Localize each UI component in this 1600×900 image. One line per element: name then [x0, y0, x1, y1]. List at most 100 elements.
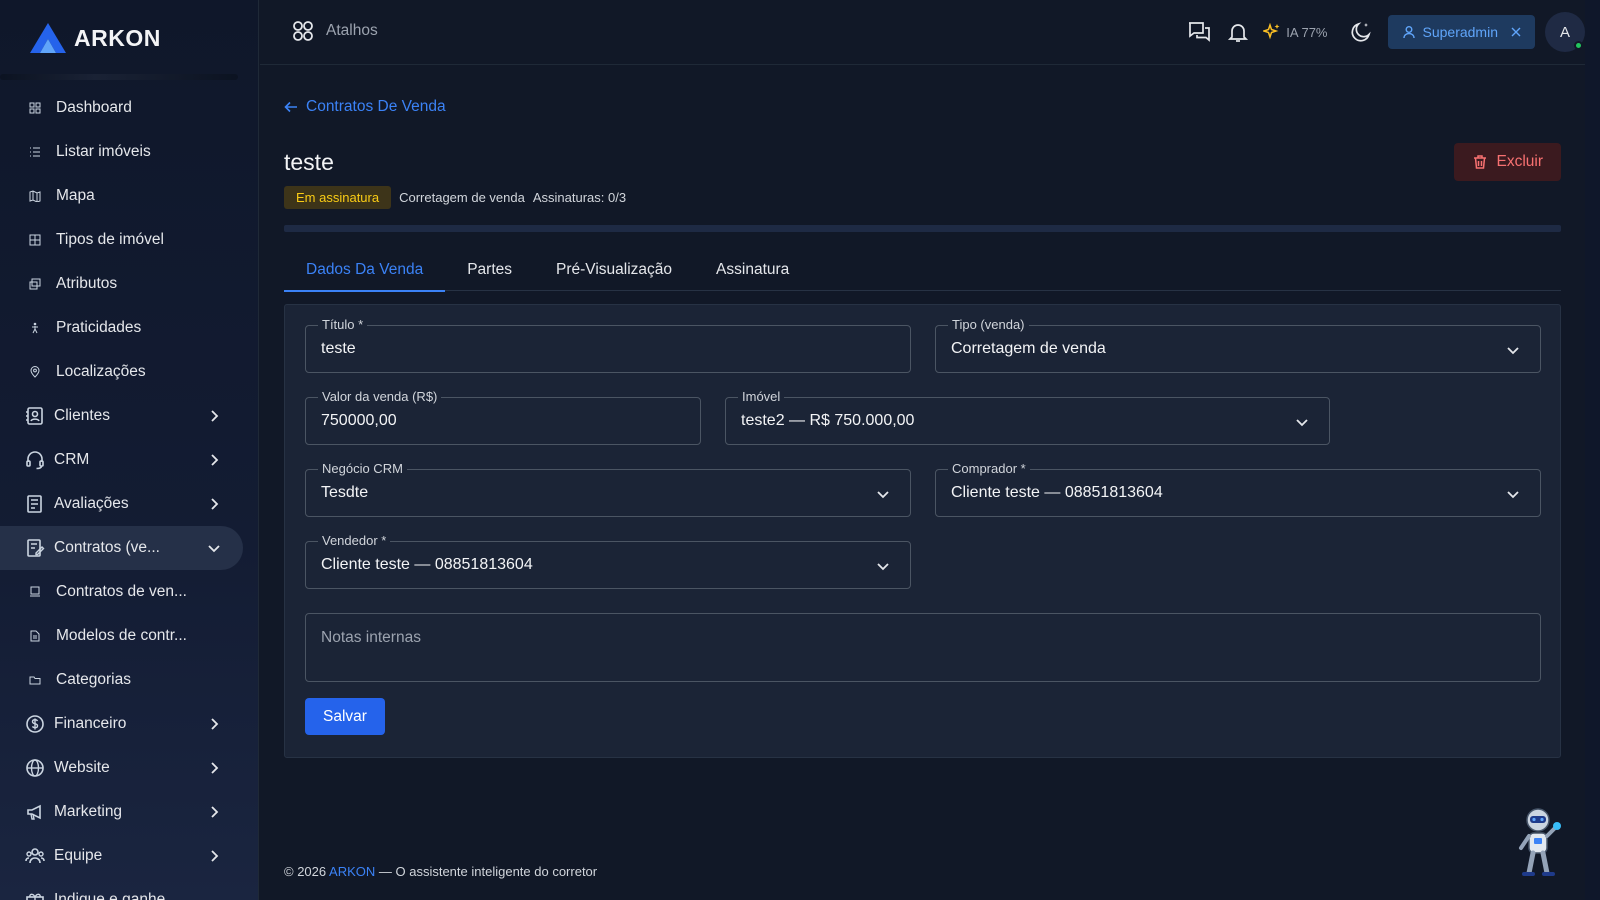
- sidebar-item-label: Equipe: [54, 847, 103, 864]
- sidebar-item-atributos[interactable]: Atributos: [0, 262, 243, 306]
- arkon-logo-icon: [30, 23, 66, 53]
- sidebar-item-mapa[interactable]: Mapa: [0, 174, 243, 218]
- shortcuts-label: Atalhos: [326, 22, 378, 39]
- negocio-crm-label: Negócio CRM: [318, 461, 407, 477]
- avatar-initial: A: [1559, 23, 1570, 41]
- bell-icon[interactable]: [1225, 19, 1251, 45]
- sidebar-item-label: Praticidades: [56, 319, 142, 336]
- gift-icon: [24, 889, 46, 900]
- monitor-icon: [28, 585, 42, 599]
- sidebar-item-label: Tipos de imóvel: [56, 231, 164, 248]
- tipo-venda-label: Tipo (venda): [948, 317, 1029, 333]
- valor-venda-field[interactable]: Valor da venda (R$) 750000,00: [305, 389, 701, 445]
- sidebar-item-label: Marketing: [54, 803, 123, 820]
- sidebar-item-indique-e-ganhe[interactable]: Indique e ganhe: [0, 878, 243, 900]
- close-icon[interactable]: [1511, 27, 1521, 37]
- tab-dados-da-venda[interactable]: Dados Da Venda: [284, 249, 446, 292]
- sparkle-icon: [1263, 23, 1280, 40]
- sidebar-item-modelos-de-contrato[interactable]: Modelos de contr...: [0, 614, 243, 658]
- sidebar-item-marketing[interactable]: Marketing: [0, 790, 243, 834]
- sidebar-item-label: Atributos: [56, 275, 118, 292]
- delete-button-label: Excluir: [1496, 153, 1543, 170]
- vendedor-select[interactable]: Vendedor * Cliente teste — 08851813604: [305, 533, 911, 589]
- sidebar-item-avaliacoes[interactable]: Avaliações: [0, 482, 243, 526]
- sidebar-item-label: Mapa: [56, 187, 95, 204]
- brand-name: ARKON: [74, 24, 161, 51]
- titulo-value: teste: [321, 340, 356, 357]
- comprador-label: Comprador *: [948, 461, 1030, 477]
- brand-logo[interactable]: ARKON: [28, 18, 161, 58]
- chevron-right-icon: [211, 410, 219, 422]
- map-icon: [28, 189, 42, 203]
- sidebar-item-crm[interactable]: CRM: [0, 438, 243, 482]
- comprador-select[interactable]: Comprador * Cliente teste — 08851813604: [935, 461, 1541, 517]
- vendedor-label: Vendedor *: [318, 533, 391, 549]
- notas-internas-textarea[interactable]: Notas internas: [305, 613, 1541, 682]
- sidebar-item-website[interactable]: Website: [0, 746, 243, 790]
- back-link[interactable]: Contratos De Venda: [284, 98, 446, 116]
- imovel-select[interactable]: Imóvel teste2 — R$ 750.000,00: [725, 389, 1330, 445]
- sidebar-item-listar-imoveis[interactable]: Listar imóveis: [0, 130, 243, 174]
- chevron-right-icon: [211, 718, 219, 730]
- ia-usage-indicator[interactable]: IA 77%: [1263, 23, 1328, 41]
- page-scrollbar[interactable]: [1585, 0, 1600, 900]
- tab-partes[interactable]: Partes: [445, 249, 534, 291]
- attributes-icon: [28, 277, 42, 291]
- online-status-dot: [1574, 41, 1583, 50]
- dollar-circle-icon: [24, 713, 46, 735]
- assistant-robot-icon[interactable]: [1514, 806, 1566, 880]
- role-label: Superadmin: [1422, 24, 1499, 40]
- negocio-crm-value: Tesdte: [321, 484, 369, 501]
- contract-meta: Em assinatura Corretagem de venda Assina…: [284, 186, 626, 209]
- role-chip[interactable]: Superadmin: [1387, 15, 1535, 49]
- sidebar-item-equipe[interactable]: Equipe: [0, 834, 243, 878]
- chevron-down-icon: [1507, 347, 1519, 355]
- sidebar-item-label: Modelos de contr...: [56, 627, 187, 644]
- tab-assinatura[interactable]: Assinatura: [694, 249, 811, 291]
- valor-venda-label: Valor da venda (R$): [318, 389, 442, 405]
- shortcuts-button[interactable]: Atalhos: [292, 20, 378, 42]
- sidebar-item-categorias[interactable]: Categorias: [0, 658, 243, 702]
- tipo-venda-select[interactable]: Tipo (venda) Corretagem de venda: [935, 317, 1541, 373]
- page-title: teste: [284, 149, 334, 175]
- sidebar-item-localizacoes[interactable]: Localizações: [0, 350, 243, 394]
- chat-icon[interactable]: [1186, 19, 1212, 45]
- dark-mode-icon[interactable]: [1348, 19, 1374, 45]
- sidebar-item-contratos-de-venda[interactable]: Contratos de ven...: [0, 570, 243, 614]
- tab-pre-visualizacao[interactable]: Pré-Visualização: [534, 249, 694, 291]
- signatures-count: Assinaturas: 0/3: [532, 190, 627, 205]
- location-pin-icon: [28, 365, 42, 379]
- sidebar-item-praticidades[interactable]: Praticidades: [0, 306, 243, 350]
- avatar[interactable]: A: [1545, 12, 1585, 52]
- sidebar: ARKON Dashboard Listar imóveis Mapa Tipo…: [0, 0, 259, 900]
- sidebar-item-contratos-venda[interactable]: Contratos (ve...: [0, 526, 243, 570]
- sidebar-item-label: Categorias: [56, 671, 131, 688]
- negocio-crm-select[interactable]: Negócio CRM Tesdte: [305, 461, 911, 517]
- titulo-field[interactable]: Título * teste: [305, 317, 911, 373]
- delete-button[interactable]: Excluir: [1454, 143, 1561, 181]
- contract-icon: [24, 537, 46, 559]
- tipo-venda-value: Corretagem de venda: [951, 340, 1106, 357]
- sidebar-item-financeiro[interactable]: Financeiro: [0, 702, 243, 746]
- chevron-right-icon: [211, 762, 219, 774]
- notas-internas-placeholder: Notas internas: [321, 629, 421, 646]
- chevron-down-icon: [877, 563, 889, 571]
- footer-tagline: — O assistente inteligente do corretor: [378, 864, 598, 879]
- sidebar-item-dashboard[interactable]: Dashboard: [0, 86, 243, 130]
- topbar-actions: IA 77% Superadmin A: [1186, 11, 1585, 53]
- sidebar-item-tipos-de-imovel[interactable]: Tipos de imóvel: [0, 218, 243, 262]
- back-link-label: Contratos De Venda: [306, 98, 446, 115]
- valor-venda-value: 750000,00: [321, 412, 397, 429]
- contacts-icon: [24, 405, 46, 427]
- save-button[interactable]: Salvar: [305, 698, 385, 735]
- megaphone-icon: [24, 801, 46, 823]
- grid-icon: [28, 233, 42, 247]
- imovel-value: teste2 — R$ 750.000,00: [741, 412, 915, 429]
- sidebar-item-clientes[interactable]: Clientes: [0, 394, 243, 438]
- footer-brand-link[interactable]: ARKON: [329, 864, 375, 879]
- headset-icon: [24, 449, 46, 471]
- chevron-right-icon: [211, 454, 219, 466]
- sidebar-item-label: Clientes: [54, 407, 110, 424]
- chevron-right-icon: [211, 806, 219, 818]
- sidebar-item-label: Dashboard: [56, 99, 132, 116]
